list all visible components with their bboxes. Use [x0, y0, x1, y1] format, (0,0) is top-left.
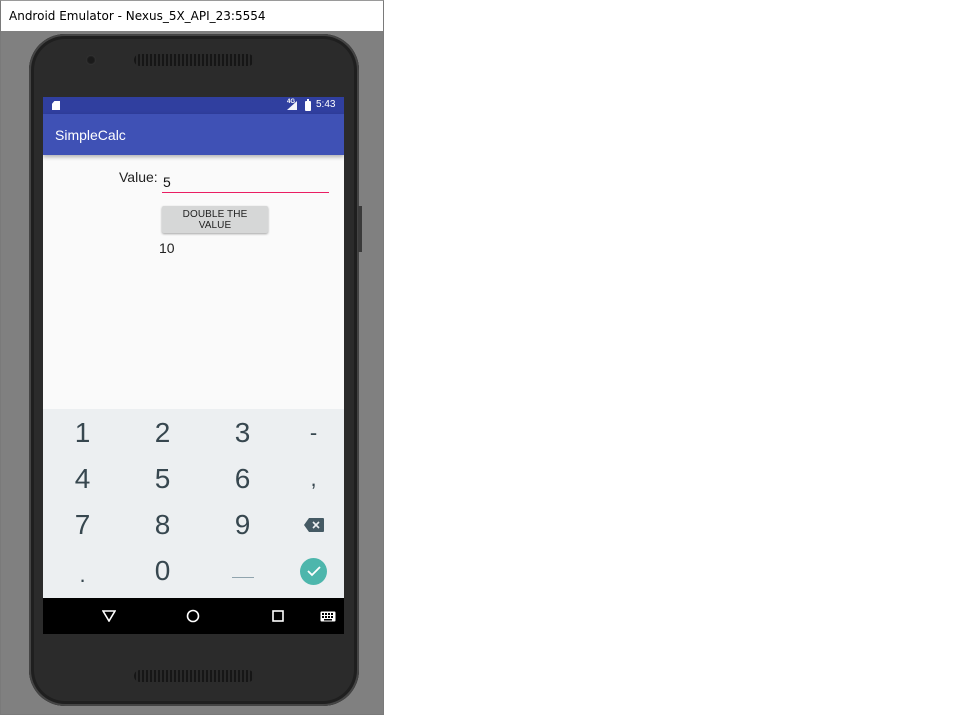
key-7[interactable]: 7 [45, 502, 120, 548]
backspace-icon [303, 518, 324, 532]
numeric-keypad: 1 2 3 - 4 5 6 , 7 8 9 . 0 [43, 409, 344, 598]
window-title: Android Emulator - Nexus_5X_API_23:5554 [1, 1, 383, 31]
emulator-window: Android Emulator - Nexus_5X_API_23:5554 … [0, 0, 384, 715]
key-9[interactable]: 9 [205, 502, 280, 548]
power-button[interactable] [358, 206, 362, 252]
key-dot[interactable]: . [45, 548, 120, 594]
status-bar: 4G 5:43 [43, 97, 344, 114]
key-8-label: 8 [154, 509, 171, 540]
key-dash[interactable]: - [276, 410, 344, 456]
value-label: Value: [119, 169, 158, 185]
front-camera [86, 55, 96, 65]
key-6[interactable]: 6 [205, 456, 280, 502]
bottom-speaker [134, 670, 254, 682]
keyboard-icon [320, 611, 336, 621]
value-input[interactable] [162, 171, 329, 193]
space-icon [231, 565, 254, 578]
backspace-key[interactable] [276, 502, 344, 548]
key-8[interactable]: 8 [125, 502, 200, 548]
home-icon [186, 609, 200, 623]
result-text: 10 [159, 240, 175, 256]
key-1[interactable]: 1 [45, 410, 120, 456]
key-5-label: 5 [154, 463, 171, 494]
sd-card-icon [52, 101, 60, 110]
space-key[interactable] [205, 548, 280, 594]
home-button[interactable] [183, 606, 203, 626]
back-icon [102, 610, 116, 622]
key-4-label: 4 [74, 463, 91, 494]
recents-icon [272, 610, 284, 622]
key-3-label: 3 [234, 417, 251, 448]
app-title: SimpleCalc [55, 127, 126, 143]
app-bar: SimpleCalc [43, 114, 344, 155]
double-value-button[interactable]: DOUBLE THE VALUE [162, 206, 268, 233]
navigation-bar [43, 598, 344, 634]
clock: 5:43 [316, 99, 336, 110]
key-3[interactable]: 3 [205, 410, 280, 456]
key-5[interactable]: 5 [125, 456, 200, 502]
done-icon [300, 557, 327, 585]
key-0[interactable]: 0 [125, 548, 200, 594]
key-4[interactable]: 4 [45, 456, 120, 502]
keyboard-switch-button[interactable] [318, 606, 338, 626]
top-speaker [134, 54, 254, 66]
key-comma[interactable]: , [276, 456, 344, 502]
key-7-label: 7 [74, 509, 91, 540]
key-0-label: 0 [154, 555, 171, 586]
key-2-label: 2 [154, 417, 171, 448]
battery-icon [305, 99, 311, 111]
key-2[interactable]: 2 [125, 410, 200, 456]
phone-screen: 4G 5:43 SimpleCalc Value: DOUBLE THE VAL… [43, 97, 344, 634]
main-content: Value: DOUBLE THE VALUE 10 [43, 155, 344, 409]
back-button[interactable] [99, 606, 119, 626]
key-comma-label: , [310, 466, 317, 491]
key-dot-label: . [79, 562, 86, 587]
key-6-label: 6 [234, 463, 251, 494]
key-1-label: 1 [74, 417, 91, 448]
recents-button[interactable] [268, 606, 288, 626]
key-9-label: 9 [234, 509, 251, 540]
done-key[interactable] [276, 548, 344, 594]
key-dash-label: - [309, 420, 318, 445]
